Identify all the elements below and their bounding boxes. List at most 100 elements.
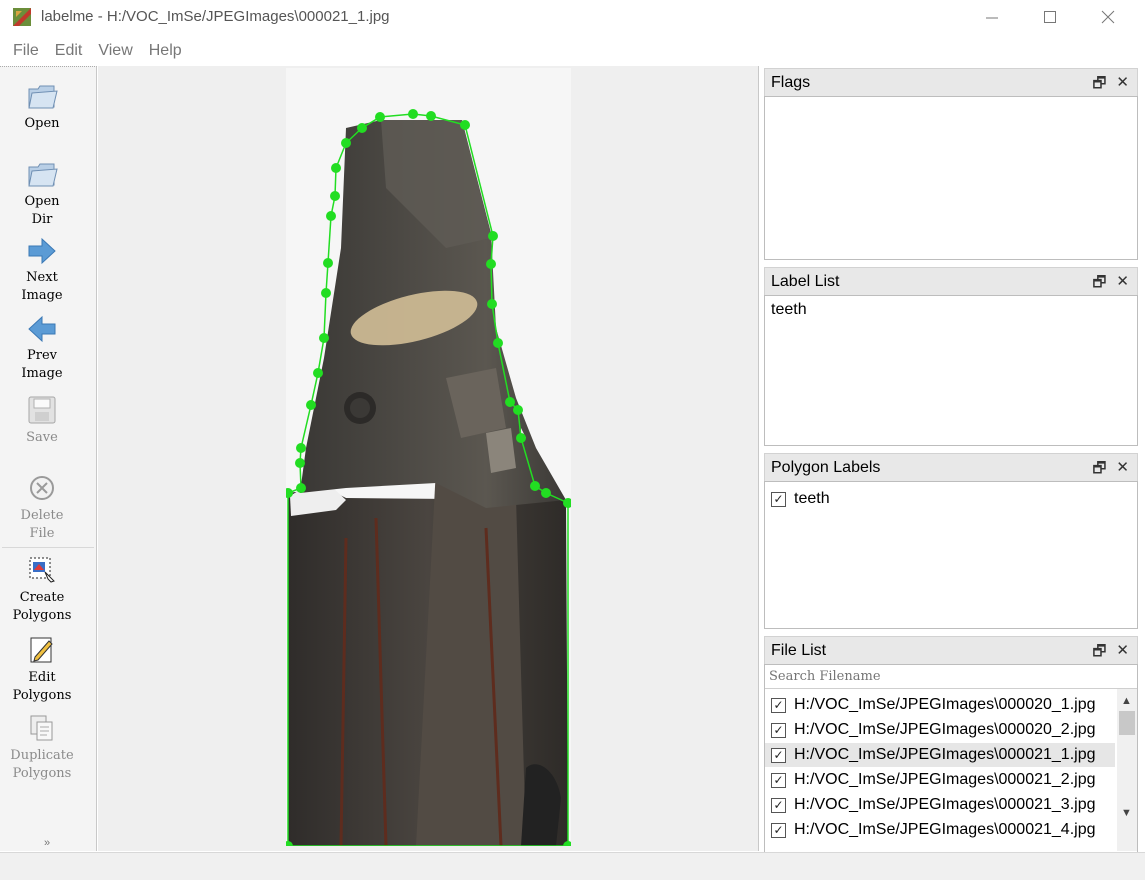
float-icon[interactable]: 🗗 (1092, 641, 1106, 666)
list-item[interactable]: ✓ H:/VOC_ImSe/JPEGImages\000021_2.jpg (765, 768, 1137, 792)
polygon-vertex-handle[interactable] (375, 112, 385, 122)
polygon-overlay[interactable] (286, 68, 571, 846)
polygon-vertex-handle[interactable] (330, 191, 340, 201)
flags-title: Flags (771, 73, 811, 91)
checkbox[interactable]: ✓ (771, 747, 786, 763)
polygon-vertex-handle[interactable] (541, 488, 551, 498)
float-icon[interactable]: 🗗 (1092, 458, 1106, 483)
status-bar (0, 852, 1145, 880)
checkbox[interactable]: ✓ (771, 722, 786, 738)
polygon-vertex-handle[interactable] (486, 259, 496, 269)
polygon-vertex-handle[interactable] (563, 841, 571, 846)
toolbar-separator (2, 547, 94, 548)
polygon-vertex-handle[interactable] (488, 231, 498, 241)
list-item[interactable]: teeth (765, 296, 1137, 324)
polygon-vertex-handle[interactable] (323, 258, 333, 268)
float-icon[interactable]: 🗗 (1092, 73, 1106, 98)
close-icon (1101, 10, 1115, 24)
close-icon[interactable]: ✕ (1116, 458, 1129, 483)
polygon-vertex-handle[interactable] (326, 211, 336, 221)
polygon-vertex-handle[interactable] (563, 498, 571, 508)
polygon-vertex-handle[interactable] (357, 123, 367, 133)
menu-help[interactable]: Help (149, 42, 182, 60)
image-canvas[interactable] (98, 66, 759, 851)
polygon-vertex-handle[interactable] (493, 338, 503, 348)
polygon-vertex-handle[interactable] (295, 458, 305, 468)
polygon-vertex-handle[interactable] (321, 288, 331, 298)
polygon-vertex-handle[interactable] (516, 433, 526, 443)
duplicate-polygons-label: Duplicate Polygons (10, 748, 74, 781)
list-item[interactable]: ✓ H:/VOC_ImSe/JPEGImages\000021_3.jpg (765, 793, 1137, 817)
polygon-vertex-handle[interactable] (296, 443, 306, 453)
checkbox[interactable]: ✓ (771, 772, 786, 788)
polygon-vertex-handle[interactable] (460, 120, 470, 130)
file-list-dock: File List 🗗 ✕ ✓ H:/VOC_ImSe/JPEGImages\0… (764, 636, 1138, 876)
polygon-teeth[interactable] (287, 113, 569, 846)
app-icon (13, 8, 31, 26)
polygon-vertex-handle[interactable] (319, 333, 329, 343)
close-icon[interactable]: ✕ (1116, 73, 1129, 98)
flags-list[interactable] (764, 96, 1138, 260)
menu-bar: File Edit View Help (0, 38, 1145, 64)
vertical-scrollbar[interactable]: ▲ ▼ (1117, 689, 1137, 851)
checkbox[interactable]: ✓ (771, 797, 786, 813)
prev-image-button[interactable]: Prev Image (0, 315, 84, 383)
next-image-button[interactable]: Next Image (0, 237, 84, 305)
delete-icon (30, 476, 54, 500)
delete-file-label: Delete File (20, 508, 64, 541)
file-path: H:/VOC_ImSe/JPEGImages\000020_2.jpg (794, 721, 1096, 738)
duplicate-polygons-button[interactable]: Duplicate Polygons (0, 713, 84, 783)
polygon-vertex-handle[interactable] (487, 299, 497, 309)
polygon-vertex-handle[interactable] (426, 111, 436, 121)
chevron-down-icon[interactable]: ▼ (1121, 807, 1132, 819)
delete-file-button[interactable]: Delete File (0, 473, 84, 543)
create-polygons-button[interactable]: Create Polygons (0, 555, 84, 625)
polygon-vertex-handle[interactable] (286, 488, 293, 498)
save-label: Save (26, 430, 58, 445)
list-item-selected[interactable]: ✓ H:/VOC_ImSe/JPEGImages\000021_1.jpg (765, 743, 1115, 767)
close-icon[interactable]: ✕ (1116, 641, 1129, 666)
polygon-vertex-handle[interactable] (331, 163, 341, 173)
polygon-vertex-handle[interactable] (286, 841, 293, 846)
save-button[interactable]: Save (0, 395, 84, 447)
polygon-vertex-handle[interactable] (530, 481, 540, 491)
polygon-vertex-handle[interactable] (313, 368, 323, 378)
open-dir-button[interactable]: Open Dir (0, 159, 84, 229)
open-button[interactable]: Open (0, 81, 84, 133)
checkbox[interactable]: ✓ (771, 822, 786, 838)
list-item[interactable]: ✓ H:/VOC_ImSe/JPEGImages\000020_2.jpg (765, 718, 1137, 742)
minimize-button[interactable] (969, 4, 1015, 30)
create-polygons-label: Create Polygons (12, 590, 72, 623)
list-item[interactable]: ✓ H:/VOC_ImSe/JPEGImages\000020_1.jpg (765, 693, 1137, 717)
list-item[interactable]: ✓ H:/VOC_ImSe/JPEGImages\000021_4.jpg (765, 818, 1137, 842)
menu-view[interactable]: View (98, 42, 132, 60)
polygon-vertex-handle[interactable] (296, 483, 306, 493)
polygon-vertex-handle[interactable] (513, 405, 523, 415)
arrow-left-icon (28, 315, 56, 343)
file-list[interactable]: ✓ H:/VOC_ImSe/JPEGImages\000020_1.jpg ✓ … (765, 689, 1137, 851)
label-list-header: Label List 🗗 ✕ (764, 267, 1138, 295)
menu-edit[interactable]: Edit (55, 42, 83, 60)
close-icon[interactable]: ✕ (1116, 272, 1129, 297)
search-filename-input[interactable] (765, 665, 1137, 689)
menu-file[interactable]: File (13, 42, 39, 60)
list-item[interactable]: ✓ teeth (765, 487, 1137, 511)
checkbox[interactable]: ✓ (771, 697, 786, 713)
maximize-button[interactable] (1027, 4, 1073, 30)
polygon-vertex-handle[interactable] (408, 109, 418, 119)
polygon-vertex-handle[interactable] (306, 400, 316, 410)
polygon-labels-list[interactable]: ✓ teeth (764, 481, 1138, 629)
checkbox[interactable]: ✓ (771, 491, 786, 507)
edit-polygons-button[interactable]: Edit Polygons (0, 635, 84, 705)
label-list[interactable]: teeth (764, 295, 1138, 446)
flags-dock: Flags 🗗 ✕ (764, 68, 1138, 260)
double-chevron-down-icon[interactable]: » (44, 837, 50, 849)
polygon-vertex-handle[interactable] (505, 397, 515, 407)
chevron-up-icon[interactable]: ▲ (1121, 695, 1132, 707)
close-window-button[interactable] (1085, 4, 1131, 30)
copy-icon (30, 715, 53, 741)
float-icon[interactable]: 🗗 (1092, 272, 1106, 297)
minimize-icon (986, 17, 998, 19)
polygon-vertex-handle[interactable] (341, 138, 351, 148)
scrollbar-thumb[interactable] (1119, 711, 1135, 735)
